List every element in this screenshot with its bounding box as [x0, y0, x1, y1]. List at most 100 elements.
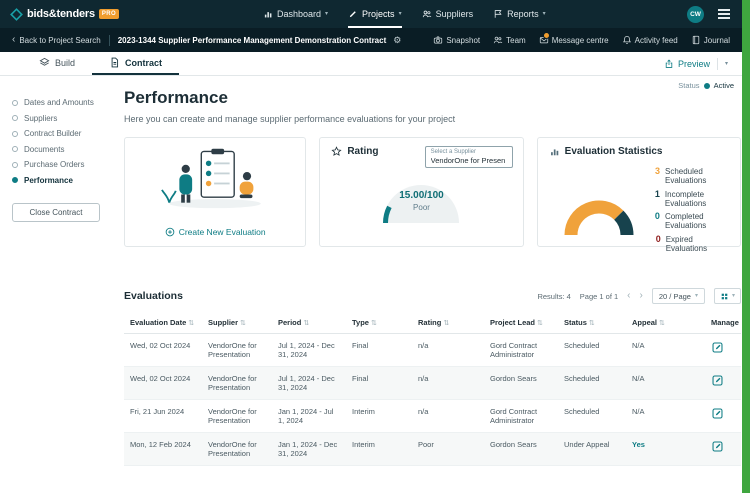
nav-suppliers[interactable]: Suppliers [422, 0, 474, 28]
nav-dashboard[interactable]: Dashboard ▾ [263, 0, 328, 28]
nav-reports[interactable]: Reports ▾ [493, 0, 546, 28]
camera-icon [433, 35, 443, 45]
cell-lead: Gord Contract Administrator [484, 400, 558, 433]
cell-period: Jan 1, 2024 - Jul 1, 2024 [272, 400, 346, 433]
rating-card: Rating Select a Supplier VendorOne for P… [319, 137, 523, 247]
tab-build-label: Build [55, 58, 75, 68]
edit-evaluation-icon[interactable] [711, 407, 724, 420]
sort-icon: ⇅ [443, 320, 449, 327]
sidebar-item-dates-and-amounts[interactable]: Dates and Amounts [12, 98, 116, 107]
step-dot [12, 115, 18, 121]
sidebar-item-performance[interactable]: Performance [12, 176, 116, 185]
sidebar-item-suppliers[interactable]: Suppliers [12, 114, 116, 123]
snapshot-button[interactable]: Snapshot [433, 35, 480, 45]
step-dot [12, 177, 18, 183]
step-label: Documents [24, 145, 64, 154]
app-window: bids&tenders PRO Dashboard ▾ Projects ▾ … [0, 0, 750, 493]
cell-date: Fri, 21 Jun 2024 [124, 400, 202, 433]
step-dot [12, 162, 18, 168]
next-page-icon[interactable]: › [640, 291, 643, 301]
chevron-down-icon: ▾ [399, 11, 402, 17]
legend-count: 1 [655, 189, 660, 199]
journal-label: Journal [704, 36, 730, 45]
journal-button[interactable]: Journal [691, 35, 730, 45]
chevron-down-icon: ▾ [695, 293, 698, 299]
chevron-down-icon: ▾ [543, 11, 546, 17]
page-size-select[interactable]: 20 / Page ▾ [652, 288, 705, 304]
edit-evaluation-icon[interactable] [711, 341, 724, 354]
cell-lead: Gordon Sears [484, 367, 558, 400]
brand-logo[interactable]: bids&tenders PRO [0, 8, 119, 21]
col-supplier[interactable]: Supplier⇅ [202, 312, 272, 334]
supplier-select[interactable]: Select a Supplier VendorOne for Presen ▾ [425, 146, 513, 168]
evaluations-title: Evaluations [124, 290, 183, 302]
gear-icon[interactable]: ⚙ [393, 35, 401, 46]
table-row: Mon, 12 Feb 2024 VendorOne for Presentat… [124, 433, 741, 466]
cell-appeal: N/A [626, 334, 705, 367]
activity-feed-label: Activity feed [635, 36, 678, 45]
people-icon [493, 35, 503, 45]
results-count: Results: 4 [537, 292, 570, 301]
sort-icon: ⇅ [371, 320, 377, 327]
cell-date: Mon, 12 Feb 2024 [124, 433, 202, 466]
close-contract-button[interactable]: Close Contract [12, 203, 100, 222]
legend-label: Expired Evaluations [666, 235, 727, 253]
tab-bar-right: Preview ▾ [664, 52, 742, 75]
right-edge-strip [742, 0, 750, 493]
context-actions: Snapshot Team Message centre Activity fe… [433, 35, 730, 45]
step-label: Purchase Orders [24, 160, 84, 169]
col-evaluation-date[interactable]: Evaluation Date⇅ [124, 312, 202, 334]
main-nav: Dashboard ▾ Projects ▾ Suppliers Reports… [263, 0, 546, 28]
cell-lead: Gord Contract Administrator [484, 334, 558, 367]
snapshot-label: Snapshot [446, 36, 480, 45]
cell-status: Under Appeal [558, 433, 626, 466]
prev-page-icon[interactable]: ‹ [627, 291, 630, 301]
col-period[interactable]: Period⇅ [272, 312, 346, 334]
legend-count: 0 [655, 234, 661, 244]
nav-suppliers-label: Suppliers [436, 9, 474, 19]
brand-logo-icon [10, 8, 23, 21]
cell-date: Wed, 02 Oct 2024 [124, 367, 202, 400]
sidebar-item-documents[interactable]: Documents [12, 145, 116, 154]
sidebar-item-purchase-orders[interactable]: Purchase Orders [12, 160, 116, 169]
col-project-lead[interactable]: Project Lead⇅ [484, 312, 558, 334]
team-label: Team [506, 36, 526, 45]
menu-icon[interactable] [718, 9, 730, 19]
tab-contract[interactable]: Contract [92, 52, 179, 75]
supplier-select-label: Select a Supplier [431, 149, 507, 155]
cell-type: Interim [346, 400, 412, 433]
col-appeal[interactable]: Appeal⇅ [626, 312, 705, 334]
divider [109, 35, 110, 46]
team-button[interactable]: Team [493, 35, 526, 45]
plus-circle-icon [165, 227, 175, 237]
table-row: Wed, 02 Oct 2024 VendorOne for Presentat… [124, 367, 741, 400]
nav-projects[interactable]: Projects ▾ [348, 0, 402, 28]
chevron-down-icon: ▾ [732, 293, 735, 299]
back-to-project-search[interactable]: ‹ Back to Project Search [12, 35, 101, 45]
view-options-button[interactable]: ▾ [714, 288, 741, 304]
evaluation-statistics-card: Evaluation Statistics 3Scheduled Evaluat… [537, 137, 741, 247]
notification-badge [543, 32, 550, 39]
col-rating[interactable]: Rating⇅ [412, 312, 484, 334]
edit-evaluation-icon[interactable] [711, 440, 724, 453]
cell-date: Wed, 02 Oct 2024 [124, 334, 202, 367]
activity-feed-button[interactable]: Activity feed [622, 35, 678, 45]
sidebar-item-contract-builder[interactable]: Contract Builder [12, 129, 116, 138]
cell-lead: Gordon Sears [484, 433, 558, 466]
legend-scheduled: 3Scheduled Evaluations [655, 166, 727, 185]
col-type[interactable]: Type⇅ [346, 312, 412, 334]
edit-evaluation-icon[interactable] [711, 374, 724, 387]
cell-period: Jul 1, 2024 - Dec 31, 2024 [272, 334, 346, 367]
message-centre-button[interactable]: Message centre [539, 35, 609, 45]
col-status[interactable]: Status⇅ [558, 312, 626, 334]
create-new-evaluation-link[interactable]: Create New Evaluation [165, 227, 266, 237]
cell-appeal-yes-link[interactable]: Yes [626, 433, 705, 466]
top-navbar: bids&tenders PRO Dashboard ▾ Projects ▾ … [0, 0, 742, 28]
avatar[interactable]: CW [687, 6, 704, 23]
cell-rating: n/a [412, 334, 484, 367]
legend-expired: 0 Expired Evaluations [655, 234, 727, 253]
preview-button[interactable]: Preview [664, 59, 710, 69]
tab-build[interactable]: Build [22, 52, 92, 75]
chevron-down-icon[interactable]: ▾ [725, 61, 728, 67]
main-content: Performance Here you can create and mana… [124, 88, 741, 247]
